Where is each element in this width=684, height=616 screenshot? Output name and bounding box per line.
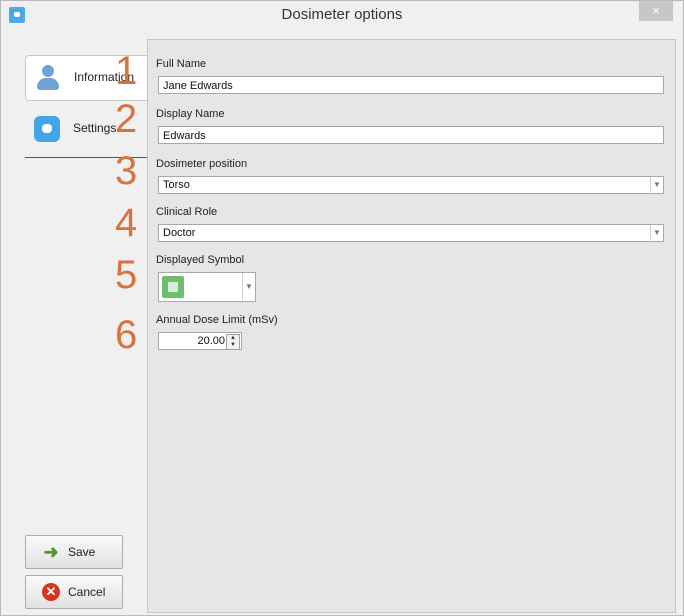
chevron-down-icon[interactable]: ▼ <box>650 225 663 241</box>
callout-4: 4 <box>115 201 138 245</box>
annual-dose-limit-value: 20.00 <box>197 335 225 347</box>
callout-2: 2 <box>115 97 138 141</box>
callout-1: 1 <box>115 49 138 93</box>
save-button-label: Save <box>68 545 96 559</box>
callout-5: 5 <box>115 253 138 297</box>
save-button[interactable]: ➜ Save <box>25 535 123 569</box>
chevron-down-icon[interactable]: ▼ <box>650 177 663 193</box>
cancel-x-icon: ✕ <box>42 583 60 601</box>
window-title: Dosimeter options <box>281 6 403 23</box>
displayed-symbol-select[interactable]: ▼ <box>158 272 256 302</box>
title-bar: Dosimeter options × <box>1 1 683 29</box>
dosimeter-options-window: Dosimeter options × Information Settings… <box>0 0 684 616</box>
information-panel: Full Name Jane Edwards Display Name Edwa… <box>147 39 676 613</box>
displayed-symbol-label: Displayed Symbol <box>156 254 245 266</box>
green-square-symbol-icon <box>162 276 184 298</box>
settings-icon <box>34 116 60 142</box>
cancel-button[interactable]: ✕ Cancel <box>25 575 123 609</box>
dosimeter-position-label: Dosimeter position <box>156 158 248 170</box>
display-name-field[interactable]: Edwards <box>158 126 664 144</box>
save-arrow-icon: ➜ <box>43 542 59 562</box>
full-name-field[interactable]: Jane Edwards <box>158 76 664 94</box>
person-icon <box>35 65 61 91</box>
annual-dose-limit-stepper[interactable]: 20.00 ▲ ▼ <box>158 332 242 350</box>
display-name-label: Display Name <box>156 108 225 120</box>
full-name-label: Full Name <box>156 58 207 70</box>
spin-arrows-icon[interactable]: ▲ ▼ <box>226 334 240 350</box>
clinical-role-select[interactable]: Doctor ▼ <box>158 224 664 242</box>
annual-dose-limit-label: Annual Dose Limit (mSv) <box>156 314 278 326</box>
chevron-down-icon[interactable]: ▼ <box>242 273 255 301</box>
cancel-button-label: Cancel <box>68 585 106 599</box>
tab-settings-label: Settings <box>73 121 117 135</box>
callout-3: 3 <box>115 149 138 193</box>
clinical-role-label: Clinical Role <box>156 206 218 218</box>
dosimeter-position-value: Torso <box>163 179 190 191</box>
close-button[interactable]: × <box>639 1 673 21</box>
clinical-role-value: Doctor <box>163 227 196 239</box>
callout-6: 6 <box>115 313 138 357</box>
dosimeter-position-select[interactable]: Torso ▼ <box>158 176 664 194</box>
